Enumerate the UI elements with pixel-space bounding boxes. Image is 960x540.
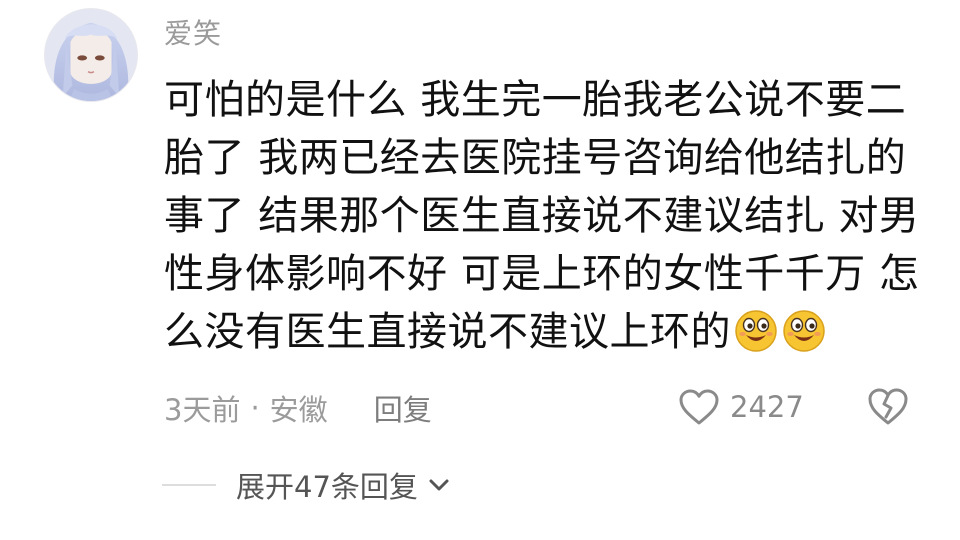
comment-meta: 3天前 · 安徽 回复	[164, 386, 432, 430]
comment-card: 爱笑 可怕的是什么 我生完一胎我老公说不要二 胎了 我两已经去医院挂号咨询给他结…	[0, 0, 960, 540]
broken-heart-icon	[868, 388, 908, 425]
like-button[interactable]: 2427	[678, 384, 804, 430]
avatar-image	[45, 9, 137, 101]
dislike-button[interactable]	[866, 386, 910, 428]
chevron-down-icon	[429, 479, 449, 491]
like-count: 2427	[730, 390, 804, 424]
comment-line: 事了 结果那个医生直接说不建议结扎 对男	[164, 193, 920, 239]
comment-line-last: 么没有医生直接说不建议上环的	[164, 303, 884, 361]
meta-separator: ·	[250, 391, 260, 425]
comment-text: 可怕的是什么 我生完一胎我老公说不要二 胎了 我两已经去医院挂号咨询给他结扎的 …	[164, 71, 920, 361]
divider-line	[162, 484, 216, 486]
heart-outline-icon	[679, 389, 719, 425]
reply-button[interactable]: 回复	[374, 387, 432, 429]
comment-location: 安徽	[269, 393, 328, 427]
comment-line: 性身体影响不好 可是上环的女性千千万 怎	[164, 251, 920, 297]
expand-replies-label: 展开47条回复	[236, 470, 418, 504]
comment-line: 么没有医生直接说不建议上环的	[164, 309, 731, 355]
comment-time: 3天前	[164, 393, 241, 427]
grinning-emoji-icon	[783, 310, 825, 352]
avatar[interactable]	[44, 8, 138, 102]
comment-line: 可怕的是什么 我生完一胎我老公说不要二	[164, 77, 907, 123]
username[interactable]: 爱笑	[164, 14, 222, 54]
grinning-emoji-icon	[735, 310, 777, 352]
comment-line: 胎了 我两已经去医院挂号咨询给他结扎的	[164, 135, 907, 181]
expand-replies-button[interactable]: 展开47条回复	[162, 462, 454, 508]
